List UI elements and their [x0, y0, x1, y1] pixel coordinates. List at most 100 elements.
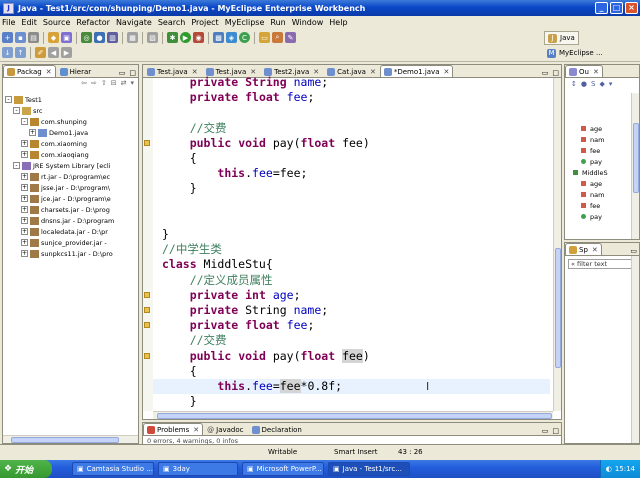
- maximize-view-icon[interactable]: □: [550, 69, 561, 77]
- tree-item[interactable]: - com.shunping: [5, 116, 136, 127]
- scrollbar-thumb[interactable]: [157, 413, 552, 419]
- open-folder-icon[interactable]: ▭: [259, 32, 270, 43]
- minimize-view-icon[interactable]: ▭: [540, 427, 551, 435]
- tree-item[interactable]: + rt.jar - D:\program\ec: [5, 171, 136, 182]
- menu-file[interactable]: File: [2, 18, 15, 27]
- hide-static-icon[interactable]: S: [591, 80, 595, 88]
- up-icon[interactable]: ⇧: [101, 79, 107, 87]
- tree-item[interactable]: + jsse.jar - D:\program\: [5, 182, 136, 193]
- forward-icon[interactable]: ⇨: [91, 79, 97, 87]
- server-icon[interactable]: ▣: [61, 32, 72, 43]
- editor-tab[interactable]: Cat.java ✕: [323, 65, 380, 77]
- tree-item[interactable]: + com.xiaoming: [5, 138, 136, 149]
- new-class-icon[interactable]: C: [239, 32, 250, 43]
- perspective-java-button[interactable]: J Java: [544, 31, 579, 45]
- view-menu-icon[interactable]: ▾: [130, 79, 134, 87]
- collapse-all-icon[interactable]: ⊟: [111, 79, 117, 87]
- expand-icon[interactable]: +: [29, 129, 36, 136]
- close-icon[interactable]: ✕: [46, 68, 52, 76]
- outline-item[interactable]: age: [569, 123, 631, 134]
- tab-hierarchy[interactable]: Hierar: [56, 65, 96, 77]
- scrollbar-thumb[interactable]: [11, 437, 119, 443]
- expand-icon[interactable]: +: [21, 151, 28, 158]
- close-icon[interactable]: ✕: [313, 68, 319, 76]
- tab-problems[interactable]: Problems ✕: [143, 423, 204, 435]
- next-annotation-icon[interactable]: ↓: [2, 47, 13, 58]
- expand-icon[interactable]: +: [21, 239, 28, 246]
- outline-item[interactable]: fee: [569, 145, 631, 156]
- back-icon[interactable]: ◀: [48, 47, 59, 58]
- snippet-filter-input[interactable]: « filter text: [568, 259, 634, 269]
- hide-nonpublic-icon[interactable]: ◆: [599, 80, 604, 88]
- external-tools-icon[interactable]: ◉: [193, 32, 204, 43]
- tree-item[interactable]: + Demo1.java: [5, 127, 136, 138]
- close-button[interactable]: ×: [625, 2, 638, 14]
- print-icon[interactable]: ▤: [28, 32, 39, 43]
- debug-icon[interactable]: ✱: [167, 32, 178, 43]
- outline-item[interactable]: fee: [569, 200, 631, 211]
- menu-myeclipse[interactable]: MyEclipse: [225, 18, 265, 27]
- new-icon[interactable]: +: [2, 32, 13, 43]
- close-icon[interactable]: ✕: [593, 68, 599, 76]
- expand-icon[interactable]: +: [21, 250, 28, 257]
- open-type-icon[interactable]: ▦: [127, 32, 138, 43]
- expand-icon[interactable]: +: [21, 217, 28, 224]
- expand-icon[interactable]: +: [21, 140, 28, 147]
- expand-icon[interactable]: +: [21, 173, 28, 180]
- editor-tab[interactable]: Test.java ✕: [202, 65, 261, 77]
- tab-javadoc[interactable]: @ Javadoc: [203, 423, 247, 435]
- save-icon[interactable]: ▪: [15, 32, 26, 43]
- menu-edit[interactable]: Edit: [21, 18, 37, 27]
- tree-item[interactable]: - Test1: [5, 94, 136, 105]
- menu-navigate[interactable]: Navigate: [116, 18, 152, 27]
- previous-annotation-icon[interactable]: ↑: [15, 47, 26, 58]
- deploy-icon[interactable]: ◆: [48, 32, 59, 43]
- expand-icon[interactable]: +: [21, 206, 28, 213]
- last-edit-location-icon[interactable]: ✐: [35, 47, 46, 58]
- tray-network-icon[interactable]: ◐: [606, 465, 612, 473]
- tab-declaration[interactable]: Declaration: [248, 423, 306, 435]
- tree-item[interactable]: + sunpkcs11.jar - D:\pro: [5, 248, 136, 259]
- menu-search[interactable]: Search: [158, 18, 185, 27]
- report-icon[interactable]: ▥: [107, 32, 118, 43]
- maximize-view-icon[interactable]: □: [550, 427, 561, 435]
- close-icon[interactable]: ✕: [250, 68, 256, 76]
- maximize-button[interactable]: □: [610, 2, 623, 14]
- minimize-button[interactable]: _: [595, 2, 608, 14]
- toggle-mark-icon[interactable]: ✎: [285, 32, 296, 43]
- database-icon[interactable]: ●: [94, 32, 105, 43]
- expand-icon[interactable]: +: [21, 228, 28, 235]
- collapse-icon[interactable]: -: [13, 107, 20, 114]
- tree-item[interactable]: + com.xiaoqiang: [5, 149, 136, 160]
- close-icon[interactable]: ✕: [444, 68, 450, 76]
- tree-item[interactable]: + jce.jar - D:\program\e: [5, 193, 136, 204]
- outline-item[interactable]: age: [569, 178, 631, 189]
- perspective-myeclipse-button[interactable]: M MyEclipse ...: [544, 46, 606, 60]
- tree-item[interactable]: + charsets.jar - D:\prog: [5, 204, 136, 215]
- outline-scrollbar[interactable]: [631, 93, 639, 239]
- tree-item[interactable]: - src: [5, 105, 136, 116]
- horizontal-scrollbar[interactable]: [3, 435, 138, 443]
- taskbar-button[interactable]: ▣ Java - Test1/src...: [328, 462, 410, 476]
- tree-item[interactable]: + localedata.jar - D:\pr: [5, 226, 136, 237]
- menu-run[interactable]: Run: [270, 18, 285, 27]
- taskbar-button[interactable]: ▣ 3day: [158, 462, 238, 476]
- menu-window[interactable]: Window: [292, 18, 324, 27]
- expand-icon[interactable]: +: [21, 195, 28, 202]
- editor-vertical-scrollbar[interactable]: [553, 78, 561, 411]
- outline-item[interactable]: pay: [569, 156, 631, 167]
- new-java-project-icon[interactable]: ▩: [213, 32, 224, 43]
- link-with-editor-icon[interactable]: ⇄: [121, 79, 127, 87]
- start-button[interactable]: ❖ 开始: [0, 460, 52, 478]
- hide-fields-icon[interactable]: ●: [581, 80, 587, 88]
- maximize-view-icon[interactable]: □: [127, 69, 138, 77]
- outline-item[interactable]: nam: [569, 134, 631, 145]
- web-browser-icon[interactable]: ◎: [81, 32, 92, 43]
- outline-item[interactable]: MiddleS: [569, 167, 631, 178]
- tree-item[interactable]: + sunjce_provider.jar -: [5, 237, 136, 248]
- scrollbar-thumb[interactable]: [633, 123, 639, 193]
- snippets-scrollbar[interactable]: [631, 256, 639, 443]
- tree-item[interactable]: + dnsns.jar - D:\program: [5, 215, 136, 226]
- editor-tab[interactable]: Test.java ✕: [143, 65, 202, 77]
- new-package-icon[interactable]: ◈: [226, 32, 237, 43]
